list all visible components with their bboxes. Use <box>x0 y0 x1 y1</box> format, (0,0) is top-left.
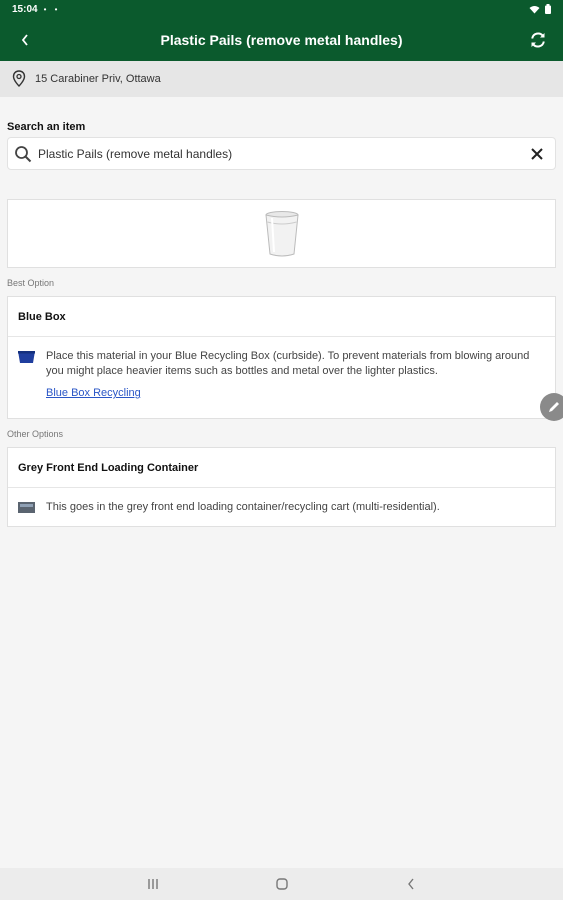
location-pin-icon <box>12 70 26 87</box>
address-text: 15 Carabiner Priv, Ottawa <box>35 73 161 85</box>
back-arrow-icon <box>21 33 28 46</box>
grey-bin-icon <box>18 502 35 513</box>
blue-box-recycling-link[interactable]: Blue Box Recycling <box>46 387 555 399</box>
search-input[interactable] <box>38 146 519 161</box>
app-bar: Plastic Pails (remove metal handles) <box>0 18 563 61</box>
refresh-button[interactable] <box>513 18 563 61</box>
back-button[interactable] <box>0 18 50 61</box>
notification-dots: • • <box>43 4 61 14</box>
other-option-card: Grey Front End Loading Container This go… <box>7 447 556 527</box>
recents-button[interactable] <box>141 872 165 896</box>
blue-bin-icon <box>18 351 35 363</box>
pail-image <box>264 210 299 256</box>
pencil-icon <box>549 402 559 412</box>
best-option-label: Best Option <box>7 278 55 288</box>
wifi-icon <box>529 5 540 13</box>
other-options-label: Other Options <box>7 429 64 439</box>
close-icon <box>531 147 543 160</box>
search-icon <box>15 145 32 162</box>
home-button[interactable] <box>270 872 294 896</box>
item-image-card <box>7 199 556 268</box>
battery-icon <box>545 4 551 14</box>
other-option-description: This goes in the grey front end loading … <box>46 501 440 513</box>
address-bar[interactable]: 15 Carabiner Priv, Ottawa <box>0 61 563 97</box>
recents-icon <box>147 879 158 889</box>
search-field[interactable] <box>7 137 556 170</box>
home-icon <box>275 878 288 890</box>
status-time: 15:04 <box>12 3 38 15</box>
system-nav-bar <box>0 868 563 900</box>
nav-back-icon <box>407 878 414 890</box>
page-title: Plastic Pails (remove metal handles) <box>160 31 403 48</box>
best-option-title: Blue Box <box>8 297 555 337</box>
best-option-card: Blue Box Place this material in your Blu… <box>7 296 556 419</box>
best-option-description: Place this material in your Blue Recycli… <box>46 350 530 377</box>
refresh-icon <box>531 32 545 47</box>
other-option-title: Grey Front End Loading Container <box>8 448 555 488</box>
clear-search-button[interactable] <box>519 137 555 170</box>
nav-back-button[interactable] <box>399 872 423 896</box>
edit-button[interactable] <box>540 393 563 421</box>
status-bar: 15:04 • • <box>0 0 563 18</box>
search-label: Search an item <box>7 121 86 133</box>
